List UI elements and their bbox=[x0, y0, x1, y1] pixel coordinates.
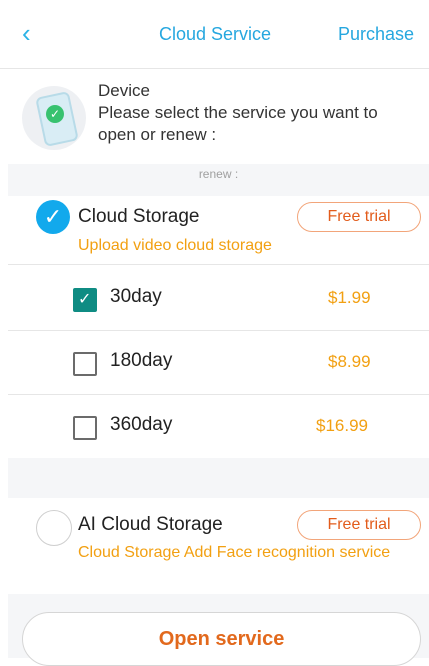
plan-price: $1.99 bbox=[328, 288, 371, 307]
divider bbox=[0, 68, 429, 69]
section-header: renew : bbox=[8, 164, 429, 184]
plan-price: $16.99 bbox=[316, 416, 368, 435]
service-description: Cloud Storage Add Face recognition servi… bbox=[78, 544, 391, 561]
checkbox-unchecked[interactable] bbox=[73, 352, 97, 376]
service-name: AI Cloud Storage bbox=[78, 514, 223, 535]
checkbox-unchecked[interactable] bbox=[73, 416, 97, 440]
service-description: Upload video cloud storage bbox=[78, 237, 272, 254]
divider bbox=[8, 394, 429, 395]
plan-label: 180day bbox=[110, 350, 173, 371]
plan-label: 360day bbox=[110, 414, 173, 435]
checkbox-checked[interactable] bbox=[73, 288, 97, 312]
free-trial-badge[interactable]: Free trial bbox=[297, 202, 421, 232]
plan-price: $8.99 bbox=[328, 352, 371, 371]
page-title: Cloud Service bbox=[158, 24, 272, 44]
plan-option[interactable]: 30day $1.99 bbox=[70, 278, 420, 318]
check-icon: ✓ bbox=[46, 105, 64, 123]
device-label: Device bbox=[98, 81, 150, 100]
plan-option[interactable]: 360day $16.99 bbox=[70, 406, 420, 446]
section-spacer bbox=[8, 458, 429, 498]
divider bbox=[8, 330, 429, 331]
plan-label: 30day bbox=[110, 286, 162, 307]
purchase-button[interactable]: Purchase bbox=[338, 24, 414, 45]
selected-check-icon[interactable]: ✓ bbox=[36, 200, 70, 234]
free-trial-badge[interactable]: Free trial bbox=[297, 510, 421, 540]
section-spacer bbox=[8, 184, 429, 196]
plan-option[interactable]: 180day $8.99 bbox=[70, 342, 420, 382]
chevron-left-icon[interactable]: ‹ bbox=[22, 18, 46, 48]
service-name: Cloud Storage bbox=[78, 206, 200, 227]
divider bbox=[8, 264, 429, 265]
unselected-circle-icon[interactable] bbox=[36, 510, 72, 546]
device-description: Please select the service you want to op… bbox=[98, 103, 378, 144]
